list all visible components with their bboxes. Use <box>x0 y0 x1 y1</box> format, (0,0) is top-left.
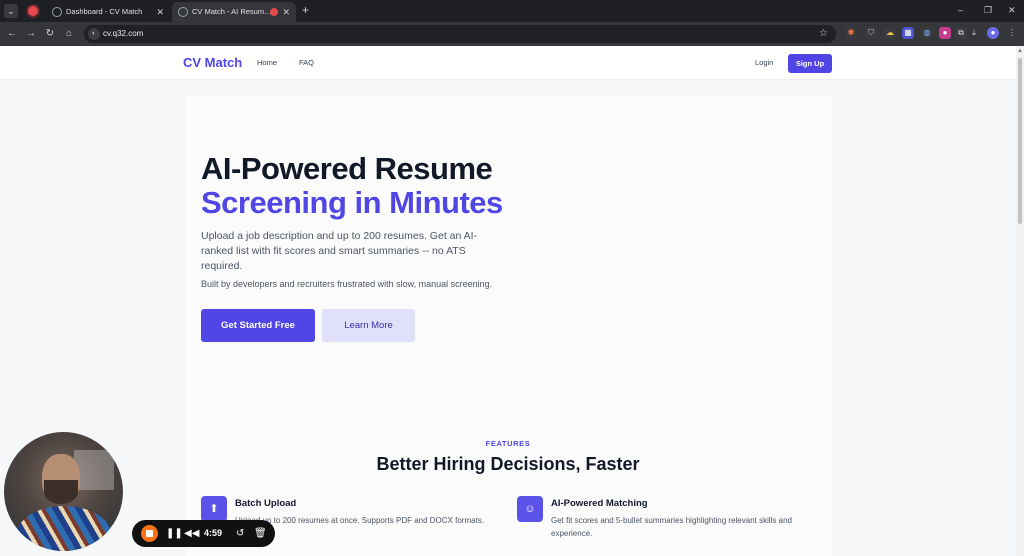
download-icon[interactable]: ⤓ <box>968 27 980 39</box>
tab-close-icon[interactable]: ✕ <box>156 2 164 22</box>
browser-toolbar: ← → ↻ ⌂ ◐ cv.q32.com ☆ ✱ ⛉ ☁ ▦ ◍ ● ⧉ ⤓ ●… <box>0 22 1024 46</box>
address-url[interactable]: cv.q32.com <box>103 25 143 43</box>
get-started-button[interactable]: Get Started Free <box>201 309 315 342</box>
hero-tagline: Built by developers and recruiters frust… <box>201 279 493 289</box>
login-button[interactable]: Login <box>755 58 773 67</box>
bookmark-star-icon[interactable]: ☆ <box>819 25 828 43</box>
extension-cloud-icon[interactable]: ☁ <box>884 27 896 39</box>
webcam-bubble[interactable] <box>4 432 123 551</box>
recording-tab-icon[interactable] <box>26 4 40 18</box>
restore-icon[interactable]: ❐ <box>984 2 992 18</box>
page-viewport: CV Match Home FAQ Login Sign Up AI-Power… <box>0 46 1016 556</box>
feature-desc: Upload up to 200 resumes at once. Suppor… <box>235 516 485 525</box>
minimize-icon[interactable]: – <box>958 2 963 18</box>
back-arrow-left-icon[interactable]: ← <box>4 26 20 42</box>
restart-icon[interactable]: ↺ <box>236 526 244 541</box>
delete-trash-icon[interactable]: 🗑 <box>254 526 267 541</box>
signup-button[interactable]: Sign Up <box>788 54 832 73</box>
tab-close-icon[interactable]: ✕ <box>282 2 290 22</box>
browser-menu-icon[interactable]: ⋮ <box>1006 27 1018 39</box>
pause-icon[interactable]: ❚❚ <box>166 526 183 541</box>
site-navbar: CV Match Home FAQ Login Sign Up <box>0 46 1016 80</box>
tab-cv-match[interactable]: CV Match - AI Resume Scre ✕ <box>172 2 296 22</box>
tab-search-chevron-down-icon[interactable]: ⌄ <box>4 4 18 18</box>
extension-globe-icon[interactable]: ◍ <box>921 27 933 39</box>
home-icon[interactable]: ⌂ <box>61 26 77 42</box>
recording-controls: ❚❚ ◀◀ 4:59 ↺ 🗑 <box>132 520 275 547</box>
page-scrollbar[interactable]: ▲ <box>1016 46 1024 556</box>
robot-icon: ☺ <box>517 496 543 522</box>
extension-shield-icon[interactable]: ⛉ <box>865 27 877 39</box>
features-eyebrow: FEATURES <box>485 439 531 448</box>
extension-record-icon[interactable]: ● <box>939 27 951 39</box>
scrollbar-thumb[interactable] <box>1018 58 1022 224</box>
nav-faq[interactable]: FAQ <box>299 58 314 67</box>
reload-icon[interactable]: ↻ <box>42 26 58 42</box>
nav-home[interactable]: Home <box>257 58 277 67</box>
learn-more-button[interactable]: Learn More <box>322 309 415 342</box>
extensions-puzzle-icon[interactable]: ⧉ <box>955 27 967 39</box>
profile-avatar[interactable]: ● <box>987 27 999 39</box>
feature-desc: Get fit scores and 5-bullet summaries hi… <box>551 516 793 538</box>
rewind-icon[interactable]: ◀◀ <box>184 526 199 541</box>
site-info-icon[interactable]: ◐ <box>88 28 100 40</box>
upload-icon: ⬆ <box>201 496 227 522</box>
globe-icon <box>178 7 188 17</box>
window-close-icon[interactable]: ✕ <box>1008 2 1016 18</box>
forward-arrow-right-icon[interactable]: → <box>23 26 39 42</box>
hero-title-line1: AI-Powered Resume <box>201 151 493 186</box>
browser-tabstrip: ⌄ Dashboard - CV Match ✕ CV Match - AI R… <box>0 0 1024 22</box>
stop-recording-button[interactable] <box>141 525 158 542</box>
feature-title: AI-Powered Matching <box>551 498 648 509</box>
hero-title-line2: Screening in Minutes <box>201 185 503 220</box>
features-title: Better Hiring Decisions, Faster <box>376 454 640 474</box>
extension-calendar-icon[interactable]: ▦ <box>902 27 914 39</box>
extension-star-icon[interactable]: ✱ <box>845 27 857 39</box>
scroll-up-icon[interactable]: ▲ <box>1017 48 1023 54</box>
globe-icon <box>52 7 62 17</box>
feature-title: Batch Upload <box>235 498 297 509</box>
recording-timer: 4:59 <box>204 528 223 538</box>
tab-dashboard[interactable]: Dashboard - CV Match ✕ <box>46 2 170 22</box>
new-tab-plus-icon[interactable]: + <box>302 3 309 17</box>
brand-logo[interactable]: CV Match <box>183 55 242 70</box>
hero-subtitle: Upload a job description and up to 200 r… <box>201 230 478 272</box>
recording-indicator-icon <box>270 8 278 16</box>
address-bar[interactable]: ◐ cv.q32.com ☆ <box>84 25 836 43</box>
